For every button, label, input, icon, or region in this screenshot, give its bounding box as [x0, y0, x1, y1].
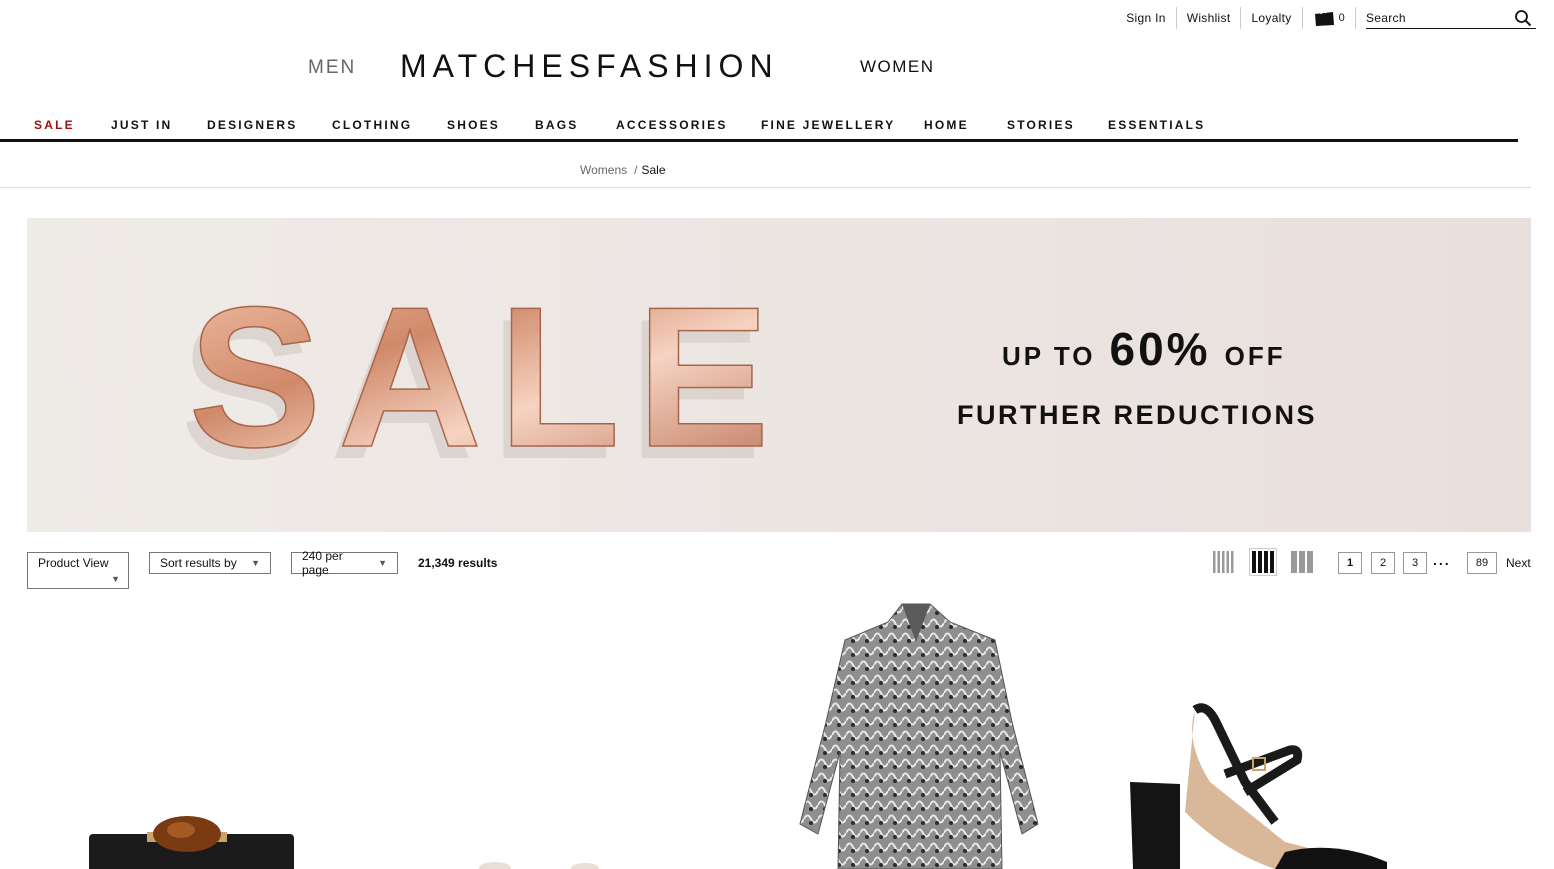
results-count: 21,349 results: [418, 556, 498, 570]
page-3-button[interactable]: 3: [1403, 552, 1427, 574]
nav-home[interactable]: HOME: [924, 118, 969, 132]
nav-clothing[interactable]: CLOTHING: [332, 118, 412, 132]
sale-banner[interactable]: SALE SALE UP TO 60% OFF FURTHER REDUCTIO…: [27, 218, 1531, 532]
product-image-handbag[interactable]: [85, 810, 300, 869]
per-page-select[interactable]: 240 per page ▼: [291, 549, 398, 577]
per-page-label: 240 per page: [302, 549, 343, 577]
breadcrumb-womens[interactable]: Womens: [580, 163, 627, 177]
grid-view-4-button[interactable]: [1249, 548, 1277, 576]
product-image-sandal[interactable]: [1125, 702, 1395, 869]
grid-view-3-button[interactable]: [1288, 548, 1316, 576]
loyalty-link[interactable]: Loyalty: [1241, 7, 1303, 29]
grid-4-columns-icon: [1252, 551, 1274, 573]
search-box: [1366, 7, 1536, 29]
product-image-item[interactable]: [475, 856, 605, 869]
men-link[interactable]: MEN: [308, 57, 356, 79]
nav-designers[interactable]: DESIGNERS: [207, 118, 297, 132]
pagination-ellipsis: ...: [1433, 552, 1451, 568]
nav-essentials[interactable]: ESSENTIALS: [1108, 118, 1205, 132]
wishlist-link[interactable]: Wishlist: [1177, 7, 1242, 29]
banner-up-to: UP TO: [1002, 341, 1096, 371]
breadcrumb-sale: Sale: [641, 163, 666, 177]
banner-discount-line: UP TO 60% OFF: [1002, 322, 1286, 376]
page-1-button[interactable]: 1: [1338, 552, 1362, 574]
women-link[interactable]: WOMEN: [860, 57, 935, 77]
next-page-link[interactable]: Next: [1506, 556, 1531, 570]
sort-label: Sort results by: [160, 556, 237, 570]
grid-5-columns-icon: [1213, 551, 1234, 573]
nav-shoes[interactable]: SHOES: [447, 118, 500, 132]
product-image-dress[interactable]: [790, 602, 1045, 869]
banner-discount: 60%: [1109, 323, 1211, 375]
shopping-bag-button[interactable]: 0: [1303, 7, 1356, 29]
site-logo[interactable]: MATCHESFASHION: [400, 48, 779, 85]
shopping-bag-icon: [1314, 10, 1334, 26]
logo-row: MEN MATCHESFASHION WOMEN: [0, 46, 1554, 86]
bag-count: 0: [1338, 12, 1345, 24]
main-nav: SALE JUST IN DESIGNERS CLOTHING SHOES BA…: [0, 110, 1518, 142]
chevron-down-icon: ▼: [111, 574, 120, 584]
nav-stories[interactable]: STORIES: [1007, 118, 1075, 132]
page-last-button[interactable]: 89: [1467, 552, 1497, 574]
product-view-label: Product View: [38, 556, 109, 570]
chevron-down-icon: ▼: [251, 558, 260, 568]
search-icon[interactable]: [1514, 9, 1532, 27]
banner-off: OFF: [1224, 341, 1286, 371]
sign-in-link[interactable]: Sign In: [1116, 7, 1177, 29]
nav-bags[interactable]: BAGS: [535, 118, 578, 132]
nav-fine-jewellery[interactable]: FINE JEWELLERY: [761, 118, 895, 132]
sort-select[interactable]: Sort results by ▼: [149, 552, 271, 574]
breadcrumb-separator: /: [634, 163, 638, 177]
chevron-down-icon: ▼: [378, 558, 387, 568]
grid-view-5-button[interactable]: [1210, 548, 1238, 576]
search-input[interactable]: [1366, 10, 1514, 25]
page-2-button[interactable]: 2: [1371, 552, 1395, 574]
utility-bar: Sign In Wishlist Loyalty 0: [1116, 6, 1536, 30]
svg-text:SALE: SALE: [188, 278, 785, 478]
breadcrumb: Womens / Sale: [0, 142, 1531, 188]
grid-3-columns-icon: [1291, 551, 1313, 573]
sale-3d-lettering: SALE SALE: [187, 278, 785, 478]
banner-further-reductions: FURTHER REDUCTIONS: [957, 400, 1317, 430]
nav-just-in[interactable]: JUST IN: [111, 118, 172, 132]
results-toolbar: Product View ▼ Sort results by ▼ 240 per…: [27, 548, 1531, 592]
nav-sale[interactable]: SALE: [34, 118, 75, 132]
nav-accessories[interactable]: ACCESSORIES: [616, 118, 728, 132]
product-view-select[interactable]: Product View ▼: [27, 552, 129, 589]
